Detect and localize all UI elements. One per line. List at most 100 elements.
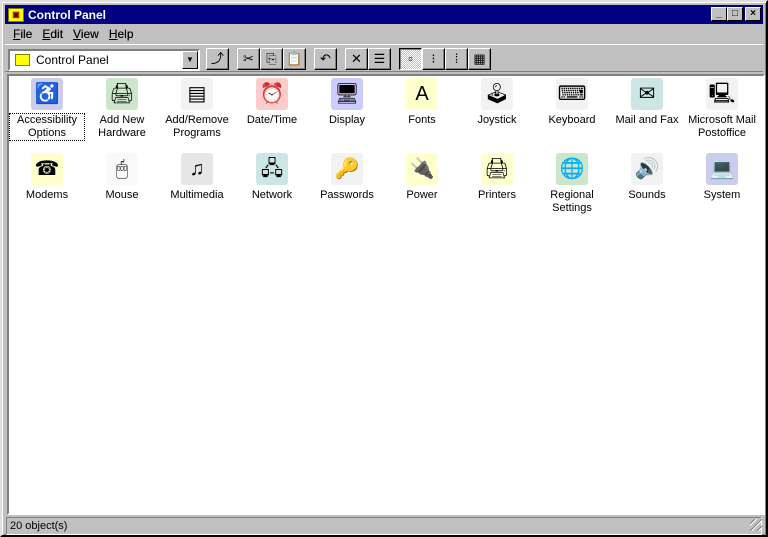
window-title: Control Panel <box>28 7 107 22</box>
details-button[interactable]: ▦ <box>468 48 491 70</box>
small-icons-button[interactable]: ⁝ <box>422 48 445 70</box>
item-joystick[interactable]: 🕹 Joystick <box>460 78 534 127</box>
menu-edit[interactable]: Edit Edit <box>37 26 68 42</box>
mouse-icon: 🖱 <box>106 153 138 185</box>
close-button[interactable]: × <box>745 7 761 21</box>
large-icons-button[interactable]: ▫ <box>399 48 422 70</box>
item-multimedia[interactable]: ♫ Multimedia <box>160 153 234 202</box>
item-label: Multimedia <box>170 189 224 201</box>
fonts-icon: A <box>406 78 438 110</box>
delete-button[interactable]: ✕ <box>345 48 368 70</box>
menu-label-rest: iew <box>80 27 99 41</box>
sounds-icon: 🔊 <box>631 153 663 185</box>
item-label: Mail and Fax <box>615 114 679 126</box>
item-add-new-hardware[interactable]: 🖨 Add New Hardware <box>85 78 159 140</box>
item-date-time[interactable]: ⏰ Date/Time <box>235 78 309 127</box>
item-label: Display <box>328 114 366 126</box>
paste-button[interactable]: 📋 <box>283 48 306 70</box>
menu-accelerator-key: H <box>108 27 118 41</box>
menu-accelerator-overlay: Edit <box>42 27 63 41</box>
passwords-icon: 🔑 <box>331 153 363 185</box>
status-bar: 20 object(s) <box>6 517 762 535</box>
item-label: Accessibility Options <box>9 113 85 141</box>
menu-label-rest: ile <box>20 27 33 41</box>
item-microsoft-mail-postoffice[interactable]: 🖳 Microsoft Mail Postoffice <box>685 78 759 140</box>
item-accessibility-options[interactable]: ♿ Accessibility Options <box>9 78 85 141</box>
system-icon: 💻 <box>706 153 738 185</box>
address-combo[interactable]: Control Panel ▼ <box>8 49 200 71</box>
regional-settings-icon: 🌐 <box>556 153 588 185</box>
item-label: Modems <box>25 189 69 201</box>
item-passwords[interactable]: 🔑 Passwords <box>310 153 384 202</box>
item-system[interactable]: 💻 System <box>685 153 759 202</box>
menu-accelerator-overlay: File <box>13 27 32 41</box>
item-label: Add New Hardware <box>98 114 146 139</box>
toolbar: Control Panel ▼ ⤴ ✂ ⎘ 📋 ↶ ✕ ☰ ▫ ⁝ ⁞ ▦ <box>5 44 763 72</box>
dropdown-button[interactable]: ▼ <box>182 51 198 69</box>
address-value: Control Panel <box>36 53 109 67</box>
item-label: Printers <box>478 189 516 201</box>
minimize-button[interactable]: _ <box>711 7 727 21</box>
printers-icon: 🖨 <box>481 153 513 185</box>
modems-icon: ☎ <box>31 153 63 185</box>
item-add-remove-programs[interactable]: ▤ Add/Remove Programs <box>160 78 234 140</box>
menu-label-rest: elp <box>117 27 134 41</box>
item-power[interactable]: 🔌 Power <box>385 153 459 202</box>
item-regional-settings[interactable]: 🌐 Regional Settings <box>535 153 609 215</box>
menu-help[interactable]: Help Help <box>104 26 139 42</box>
item-label: Sounds <box>628 189 666 201</box>
item-label: Microsoft Mail Postoffice <box>688 114 756 139</box>
date-time-icon: ⏰ <box>256 78 288 110</box>
menu-accelerator-overlay: Help <box>109 27 134 41</box>
properties-button[interactable]: ☰ <box>368 48 391 70</box>
control-panel-window: ▣ Control Panel _ □ × File File Edit Edit Vi… <box>0 0 768 537</box>
item-mouse[interactable]: 🖱 Mouse <box>85 153 159 202</box>
item-label: Fonts <box>408 114 436 126</box>
power-icon: 🔌 <box>406 153 438 185</box>
item-printers[interactable]: 🖨 Printers <box>460 153 534 202</box>
item-label: Date/Time <box>246 114 298 126</box>
item-label: Network <box>251 189 293 201</box>
display-icon: 🖥 <box>331 78 363 110</box>
undo-button[interactable]: ↶ <box>314 48 337 70</box>
joystick-icon: 🕹 <box>481 78 513 110</box>
item-label: Add/Remove Programs <box>165 114 229 139</box>
cut-button[interactable]: ✂ <box>237 48 260 70</box>
item-label: Power <box>406 189 438 201</box>
control-panel-icon: ▣ <box>8 7 24 22</box>
item-keyboard[interactable]: ⌨ Keyboard <box>535 78 609 127</box>
list-button[interactable]: ⁞ <box>445 48 468 70</box>
menu-file[interactable]: File File <box>8 26 37 42</box>
network-icon: 🖧 <box>256 153 288 185</box>
item-label: Mouse <box>105 189 139 201</box>
item-label: Passwords <box>320 189 374 201</box>
keyboard-icon: ⌨ <box>556 78 588 110</box>
item-network[interactable]: 🖧 Network <box>235 153 309 202</box>
menu-view[interactable]: View View <box>68 26 104 42</box>
item-label: Regional Settings <box>550 189 594 214</box>
microsoft-mail-postoffice-icon: 🖳 <box>706 78 738 110</box>
title-bar[interactable]: ▣ Control Panel _ □ × <box>5 5 763 24</box>
resize-grip[interactable] <box>750 519 762 531</box>
menu-bar: File File Edit Edit View View Help Help <box>8 26 139 42</box>
copy-button[interactable]: ⎘ <box>260 48 283 70</box>
up-one-level-button[interactable]: ⤴ <box>206 48 229 70</box>
maximize-button[interactable]: □ <box>727 7 743 21</box>
item-mail-and-fax[interactable]: ✉ Mail and Fax <box>610 78 684 127</box>
status-text: 20 object(s) <box>10 520 68 532</box>
mail-and-fax-icon: ✉ <box>631 78 663 110</box>
item-sounds[interactable]: 🔊 Sounds <box>610 153 684 202</box>
folder-icon <box>15 54 30 66</box>
item-modems[interactable]: ☎ Modems <box>10 153 84 202</box>
menu-label-rest: dit <box>50 27 64 41</box>
icon-view: ♿ Accessibility Options 🖨 Add New Hardware ▤… <box>7 74 765 515</box>
item-label: Joystick <box>477 114 517 126</box>
menu-accelerator-overlay: View <box>73 27 99 41</box>
menu-accelerator-key: V <box>73 27 81 41</box>
item-fonts[interactable]: A Fonts <box>385 78 459 127</box>
item-display[interactable]: 🖥 Display <box>310 78 384 127</box>
multimedia-icon: ♫ <box>181 153 213 185</box>
add-remove-programs-icon: ▤ <box>181 78 213 110</box>
accessibility-options-icon: ♿ <box>31 78 63 110</box>
add-new-hardware-icon: 🖨 <box>106 78 138 110</box>
